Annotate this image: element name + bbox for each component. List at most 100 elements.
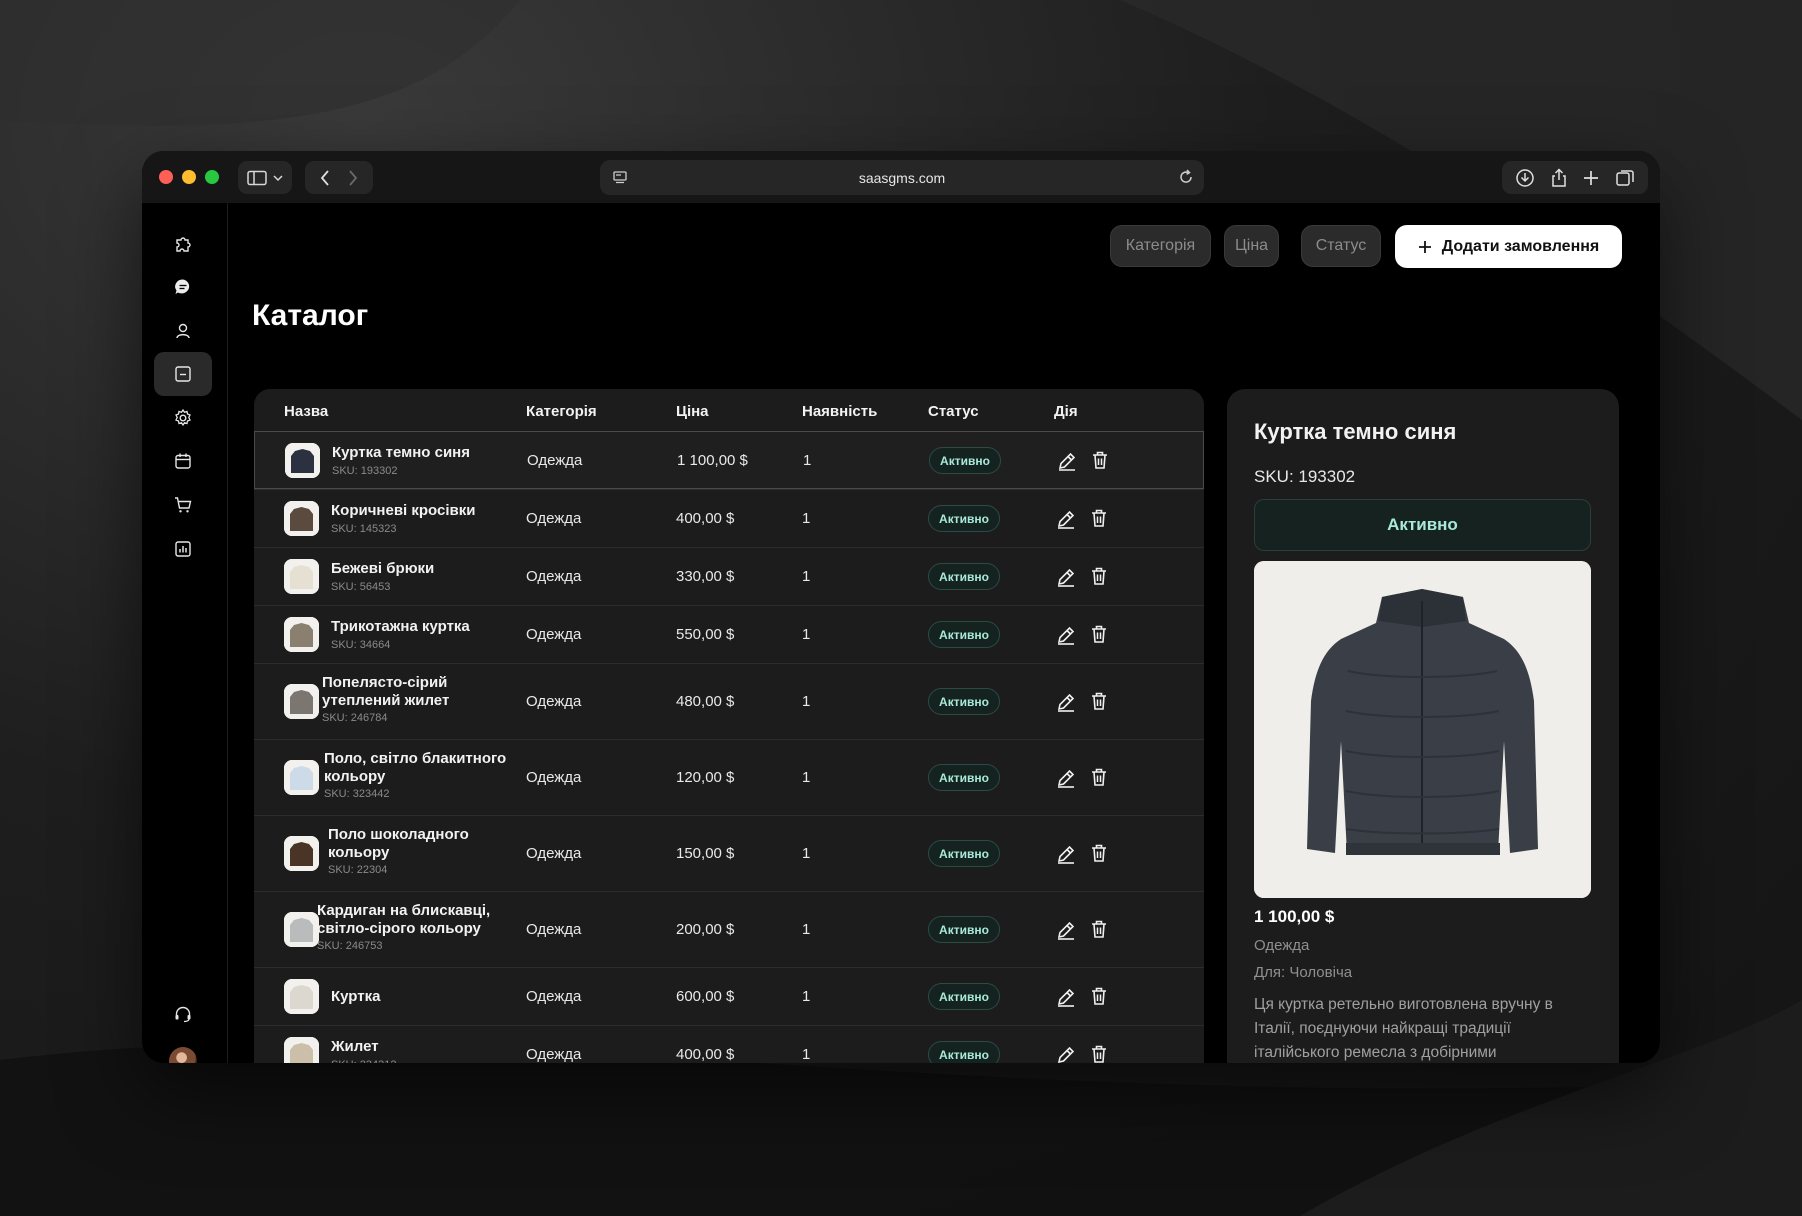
filter-status-button[interactable]: Статус: [1301, 225, 1381, 267]
trash-icon[interactable]: [1088, 507, 1110, 529]
minimize-window-button[interactable]: [182, 170, 196, 184]
table-row[interactable]: Куртка Одежда 600,00 $ 1 Активно: [254, 967, 1204, 1025]
table-row[interactable]: Коричневі кросівки SKU: 145323 Одежда 400,0…: [254, 489, 1204, 547]
cell-price: 600,00 $: [676, 988, 735, 1005]
edit-icon[interactable]: [1055, 986, 1077, 1008]
edit-icon[interactable]: [1055, 691, 1077, 713]
table-row[interactable]: Трикотажна куртка SKU: 34664 Одежда 550,00 …: [254, 605, 1204, 663]
product-sku: SKU: 246784: [322, 712, 388, 724]
plus-icon: [1418, 240, 1431, 253]
detail-title: Куртка темно синя: [1254, 419, 1457, 444]
address-bar[interactable]: saasgms.com: [600, 160, 1204, 195]
tabs-overview-icon[interactable]: [1615, 168, 1635, 188]
cell-category: Одежда: [526, 1046, 582, 1063]
back-icon[interactable]: [320, 169, 330, 186]
status-badge: Активно: [928, 563, 1000, 590]
calendar-icon: [175, 453, 191, 469]
puzzle-icon: [176, 237, 191, 252]
headset-icon: [175, 1006, 191, 1023]
reload-icon[interactable]: [1178, 168, 1194, 186]
table-row[interactable]: Бежеві брюки SKU: 56453 Одежда 330,00 $ 1 Акт…: [254, 547, 1204, 605]
new-tab-icon[interactable]: [1582, 169, 1600, 187]
cell-price: 550,00 $: [676, 626, 735, 643]
sidebar-item-calendar[interactable]: [154, 439, 212, 483]
header-action: Дія: [1054, 403, 1078, 420]
table-row[interactable]: Жилет SKU: 234312 Одежда 400,00 $ 1 Активно: [254, 1025, 1204, 1063]
sidebar-item-integrations[interactable]: [154, 223, 212, 267]
trash-icon[interactable]: [1088, 1043, 1110, 1063]
cell-stock: 1: [802, 921, 811, 938]
product-sku: SKU: 246753: [317, 940, 383, 952]
filter-category-button[interactable]: Категорія: [1110, 225, 1211, 267]
share-icon[interactable]: [1550, 167, 1568, 188]
add-order-button[interactable]: Додати замовлення: [1395, 225, 1622, 268]
sidebar-item-orders[interactable]: [154, 483, 212, 527]
page-title: Каталог: [252, 299, 369, 332]
avatar[interactable]: [169, 1047, 197, 1063]
product-thumbnail: [284, 1037, 319, 1063]
sidebar-item-analytics[interactable]: [154, 527, 212, 571]
status-badge: Активно: [928, 840, 1000, 867]
app-sidebar: [142, 203, 228, 1063]
trash-icon[interactable]: [1088, 985, 1110, 1007]
browser-window: saasgms.com Категорія Ціна Статус Додати…: [142, 151, 1660, 1063]
sidebar-item-messages[interactable]: [154, 265, 212, 309]
table-row[interactable]: Куртка темно синя SKU: 193302 Одежда 1 100,…: [254, 431, 1204, 489]
table-row[interactable]: Попелясто-сірий утеплений жилет SKU: 2467…: [254, 663, 1204, 739]
trash-icon[interactable]: [1088, 690, 1110, 712]
product-sku: SKU: 22304: [328, 864, 388, 876]
table-row[interactable]: Поло, світло блакитного кольору SKU: 3234…: [254, 739, 1204, 815]
sidebar-item-catalog[interactable]: [154, 352, 212, 396]
product-sku: SKU: 323442: [324, 788, 390, 800]
edit-icon[interactable]: [1055, 566, 1077, 588]
product-name: Жилет: [331, 1038, 379, 1055]
trash-icon[interactable]: [1088, 766, 1110, 788]
product-detail-panel: Куртка темно синя SKU: 193302 Активно 1 …: [1227, 389, 1619, 1063]
cell-stock: 1: [802, 769, 811, 786]
trash-icon[interactable]: [1088, 842, 1110, 864]
sidebar-item-settings[interactable]: [154, 396, 212, 440]
page-settings-icon[interactable]: [612, 169, 628, 185]
trash-icon[interactable]: [1088, 918, 1110, 940]
product-thumbnail: [284, 684, 319, 719]
detail-status-button[interactable]: Активно: [1254, 499, 1591, 551]
cell-stock: 1: [802, 568, 811, 585]
edit-icon[interactable]: [1055, 1044, 1077, 1063]
catalog-table: Назва Категорія Ціна Наявність Статус Ді…: [254, 389, 1204, 1063]
edit-icon[interactable]: [1055, 508, 1077, 530]
cell-category: Одежда: [526, 769, 582, 786]
table-row[interactable]: Кардиган на блискавці, світло-сірого кол…: [254, 891, 1204, 967]
trash-icon[interactable]: [1088, 565, 1110, 587]
sidebar-toggle-button[interactable]: [238, 161, 292, 194]
header-stock: Наявність: [802, 403, 878, 420]
edit-icon[interactable]: [1056, 450, 1078, 472]
header-price: Ціна: [676, 403, 709, 420]
trash-icon[interactable]: [1089, 449, 1111, 471]
cell-category: Одежда: [526, 988, 582, 1005]
sidebar-item-support[interactable]: [154, 992, 212, 1036]
maximize-window-button[interactable]: [205, 170, 219, 184]
product-thumbnail: [284, 501, 319, 536]
cell-price: 150,00 $: [676, 845, 735, 862]
cell-stock: 1: [802, 626, 811, 643]
product-thumbnail: [284, 979, 319, 1014]
cell-price: 400,00 $: [676, 510, 735, 527]
edit-icon[interactable]: [1055, 919, 1077, 941]
forward-icon[interactable]: [348, 169, 358, 186]
header-category: Категорія: [526, 403, 597, 420]
product-thumbnail: [285, 443, 320, 478]
filter-price-button[interactable]: Ціна: [1224, 225, 1279, 267]
edit-icon[interactable]: [1055, 624, 1077, 646]
download-icon[interactable]: [1515, 168, 1535, 188]
product-thumbnail: [284, 617, 319, 652]
edit-icon[interactable]: [1055, 767, 1077, 789]
edit-icon[interactable]: [1055, 843, 1077, 865]
sidebar-item-users[interactable]: [154, 309, 212, 353]
product-thumbnail: [284, 760, 319, 795]
close-window-button[interactable]: [159, 170, 173, 184]
main-content: Категорія Ціна Статус Додати замовлення …: [229, 203, 1660, 1063]
table-row[interactable]: Поло шоколадного кольору SKU: 22304 Одежда…: [254, 815, 1204, 891]
cell-price: 1 100,00 $: [677, 452, 748, 469]
header-name: Назва: [284, 403, 329, 420]
trash-icon[interactable]: [1088, 623, 1110, 645]
